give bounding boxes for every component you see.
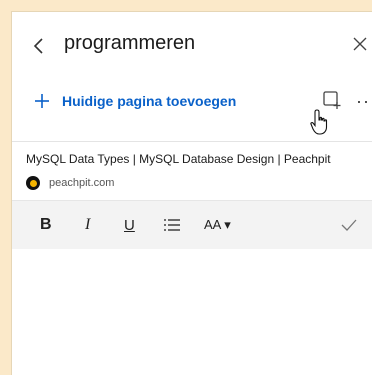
saved-page-card[interactable]: MySQL Data Types | MySQL Database Design… [12,141,372,375]
italic-button[interactable]: I [85,214,90,236]
note-editor[interactable] [12,249,372,375]
add-current-page-label: Huidige pagina toevoegen [62,93,237,109]
chevron-left-icon[interactable] [32,36,46,56]
checkmark-icon[interactable] [340,214,358,236]
saved-page-title: MySQL Data Types | MySQL Database Design… [26,152,331,166]
underline-button[interactable]: U [124,214,135,236]
bold-button[interactable]: B [40,214,52,236]
site-domain: peachpit.com [49,177,115,189]
panel-header: programmeren Huidige pagina toevoegen ··… [12,12,372,141]
font-size-dropdown[interactable]: AA ▾ [204,214,231,236]
more-options-button[interactable]: ··· [356,91,372,112]
format-toolbar: B I U AA ▾ [12,200,372,250]
plus-icon [34,93,50,109]
add-current-page-button[interactable]: Huidige pagina toevoegen [34,89,236,113]
bulleted-list-icon[interactable] [162,214,182,236]
peachpit-favicon-icon [26,176,40,190]
site-info: peachpit.com [26,176,114,190]
close-icon[interactable] [352,36,368,52]
collections-panel: programmeren Huidige pagina toevoegen ··… [11,11,372,375]
hand-cursor-icon [309,108,331,136]
collection-title: programmeren [64,32,196,54]
